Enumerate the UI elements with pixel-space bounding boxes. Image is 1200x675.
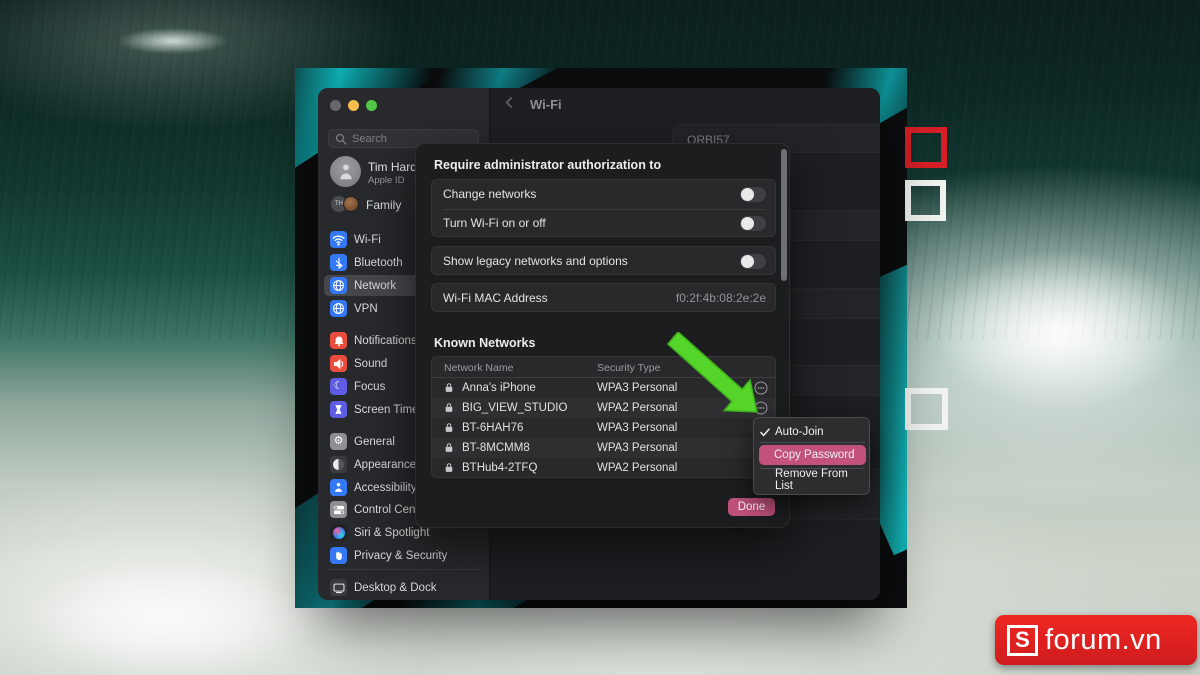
siri-orb-icon	[330, 524, 347, 541]
wifi-icon	[330, 231, 347, 248]
search-icon	[335, 133, 347, 145]
auth-toggle-group: Change networks Turn Wi-Fi on or off	[431, 179, 776, 237]
zoom-button[interactable]	[366, 100, 377, 111]
pane-title: Wi-Fi	[530, 97, 562, 112]
speaker-icon	[330, 355, 347, 372]
wave-crest	[930, 250, 1190, 410]
foam-patch	[118, 28, 228, 54]
moon-icon: ☾	[330, 378, 347, 395]
table-row[interactable]: BT-8MCMM8 WPA3 Personal	[432, 438, 775, 458]
sidebar-item-privacy-security[interactable]: Privacy & Security	[324, 545, 484, 566]
legacy-row: Show legacy networks and options	[432, 247, 777, 275]
table-row[interactable]: BT-6HAH76 WPA3 Personal	[432, 418, 775, 438]
mac-group: Wi-Fi MAC Address f0:2f:4b:08:2e:2e	[431, 283, 776, 312]
annotation-arrow-icon	[666, 332, 758, 413]
white-frame-decoration	[905, 180, 946, 221]
menu-item-auto-join[interactable]: Auto-Join	[760, 424, 865, 440]
sidebar-item-family[interactable]: Family	[366, 198, 401, 212]
change-networks-row: Change networks	[432, 180, 777, 208]
legacy-networks-toggle[interactable]	[740, 253, 766, 269]
back-chevron-icon[interactable]	[504, 96, 513, 109]
check-icon	[760, 428, 772, 437]
avatar[interactable]	[330, 156, 361, 187]
mac-address-value: f0:2f:4b:08:2e:2e	[675, 291, 766, 305]
vpn-globe-icon	[330, 300, 347, 317]
legacy-group: Show legacy networks and options	[431, 246, 776, 275]
lock-icon	[444, 382, 454, 393]
lock-icon	[444, 462, 454, 473]
table-row[interactable]: BTHub4-2TFQ WPA2 Personal	[432, 458, 775, 477]
network-context-menu: Auto-Join Copy Password Remove From List	[753, 417, 870, 495]
change-networks-toggle[interactable]	[740, 186, 766, 202]
sforum-watermark: S forum.vn	[995, 615, 1197, 665]
sidebar-divider	[328, 569, 480, 570]
bell-icon	[330, 332, 347, 349]
menu-item-copy-password[interactable]: Copy Password	[759, 445, 866, 465]
column-security-type: Security Type	[597, 362, 661, 374]
red-frame-decoration	[905, 127, 947, 168]
profile-subtitle: Apple ID	[368, 175, 405, 186]
scrollbar-thumb[interactable]	[781, 149, 787, 281]
pane-header: Wi-Fi	[490, 88, 880, 118]
network-globe-icon	[330, 277, 347, 294]
done-button[interactable]: Done	[728, 498, 775, 516]
desktop-dock-icon	[330, 579, 347, 596]
menu-divider	[760, 442, 865, 443]
sforum-s-mark: S	[1007, 624, 1038, 656]
sheet-header: Require administrator authorization to	[434, 158, 662, 172]
gear-icon: ⚙	[330, 433, 347, 450]
mac-address-row: Wi-Fi MAC Address f0:2f:4b:08:2e:2e	[443, 291, 766, 305]
lock-icon	[444, 442, 454, 453]
menu-item-remove-from-list[interactable]: Remove From List	[760, 468, 865, 492]
foam-patch	[20, 560, 320, 675]
column-network-name: Network Name	[444, 362, 514, 374]
screenshot-root: Wi-Fi ORBI57 Details... Other...	[0, 0, 1200, 675]
close-button[interactable]	[330, 100, 341, 111]
lock-icon	[444, 422, 454, 433]
hourglass-icon	[330, 401, 347, 418]
turn-wifi-row: Turn Wi-Fi on or off	[432, 209, 777, 237]
bluetooth-icon	[330, 254, 347, 271]
appearance-icon	[330, 456, 347, 473]
turn-wifi-toggle[interactable]	[740, 215, 766, 231]
white-frame-decoration	[905, 388, 948, 430]
lock-icon	[444, 402, 454, 413]
family-avatar	[343, 196, 359, 212]
minimize-button[interactable]	[348, 100, 359, 111]
control-center-sliders-icon	[330, 501, 347, 518]
hand-icon	[330, 547, 347, 564]
sforum-text: forum.vn	[1045, 623, 1162, 656]
accessibility-person-icon	[330, 479, 347, 496]
sidebar-item-desktop-dock[interactable]: Desktop & Dock	[324, 577, 484, 598]
known-networks-title: Known Networks	[434, 336, 536, 350]
